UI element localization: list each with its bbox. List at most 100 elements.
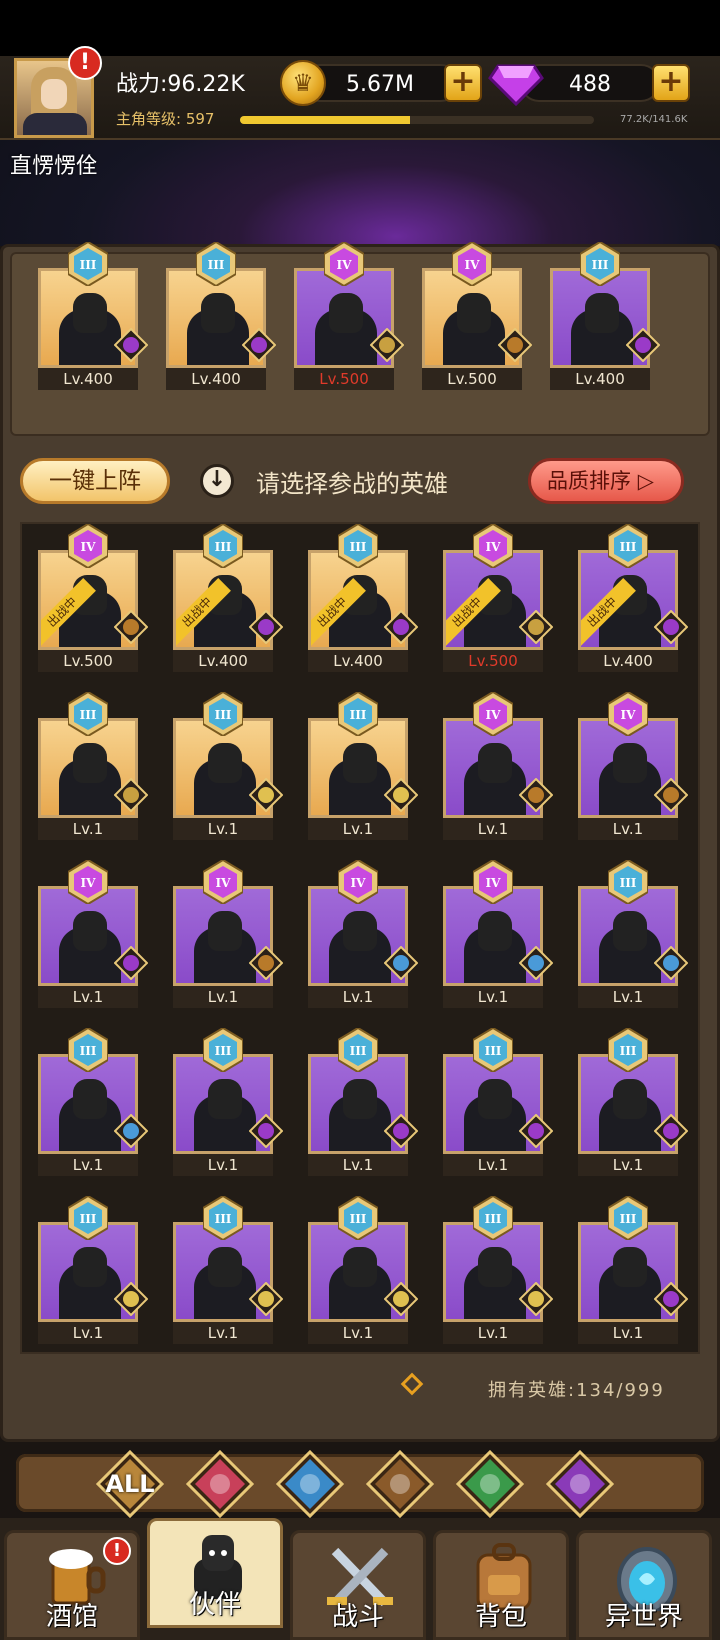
hero-card[interactable]: IV Lv.1	[443, 692, 553, 840]
gem-icon	[488, 64, 544, 106]
hero-head	[343, 911, 377, 951]
hero-level: Lv.1	[308, 1154, 408, 1176]
elf-faction-icon	[249, 1282, 283, 1316]
hero-head	[73, 1079, 107, 1119]
quality-sort-button[interactable]: 品质排序 ▷	[528, 458, 684, 504]
hero-card[interactable]: 出战中 IV Lv.500	[38, 524, 148, 672]
hero-card[interactable]: 出战中 IV Lv.500	[443, 524, 553, 672]
hero-card[interactable]: III Lv.1	[173, 1028, 283, 1176]
hero-card[interactable]: III Lv.1	[578, 860, 688, 1008]
auto-deploy-button[interactable]: 一键上阵	[20, 458, 170, 504]
rank-text: III	[350, 1044, 367, 1058]
lineup-hero-card[interactable]: III Lv.400	[166, 242, 276, 390]
hero-card[interactable]: III Lv.1	[173, 692, 283, 840]
hero-card[interactable]: 出战中 III Lv.400	[308, 524, 418, 672]
hero-head	[478, 1247, 512, 1287]
hero-head	[613, 1247, 647, 1287]
rank-text: III	[620, 1212, 637, 1226]
rank-text: III	[620, 876, 637, 890]
rank-badge-icon: III	[68, 1028, 108, 1072]
filter-lion-button[interactable]	[365, 1449, 435, 1519]
hero-card[interactable]: IV Lv.1	[38, 860, 148, 1008]
nav-tab-portal[interactable]: 异世界	[576, 1530, 712, 1640]
filter-human-helmet-button[interactable]	[185, 1449, 255, 1519]
hero-level: Lv.400	[166, 368, 266, 390]
lineup-hero-card[interactable]: IV Lv.500	[294, 242, 404, 390]
rank-badge-icon: III	[608, 1196, 648, 1240]
hero-head	[208, 1079, 242, 1119]
nav-tab-label: 伙伴	[188, 1590, 241, 1620]
elf-icon	[455, 1449, 525, 1519]
hero-level: Lv.500	[422, 368, 522, 390]
nav-tab-label: 异世界	[604, 1602, 683, 1632]
hero-card[interactable]: III Lv.1	[308, 1196, 418, 1344]
rank-text: III	[80, 1044, 97, 1058]
hero-card[interactable]: III Lv.1	[173, 1196, 283, 1344]
rank-text: III	[80, 258, 97, 272]
player-name: 直愣愣佺	[10, 154, 99, 179]
hero-card[interactable]: IV Lv.1	[173, 860, 283, 1008]
hero-card[interactable]: III Lv.1	[38, 1028, 148, 1176]
nav-tab-label: 背包	[474, 1602, 527, 1632]
rank-badge-icon: III	[68, 242, 108, 286]
filter-water-creature-button[interactable]	[275, 1449, 345, 1519]
demon-faction-icon	[114, 946, 148, 980]
hero-card[interactable]: 出战中 III Lv.400	[578, 524, 688, 672]
rank-badge-icon: III	[68, 1196, 108, 1240]
filter-elf-button[interactable]	[455, 1449, 525, 1519]
combat-power: 战力:96.22K	[116, 72, 245, 97]
elf-faction-icon	[384, 1282, 418, 1316]
nav-tab-backpack[interactable]: 背包	[433, 1530, 569, 1640]
rank-text: III	[485, 1044, 502, 1058]
rank-text: IV	[486, 876, 502, 890]
rank-badge-icon: III	[203, 692, 243, 736]
rank-text: III	[350, 1212, 367, 1226]
water-faction-icon	[384, 946, 418, 980]
hero-level: Lv.1	[173, 818, 273, 840]
hero-level: Lv.1	[38, 1154, 138, 1176]
hero-card[interactable]: 出战中 III Lv.400	[173, 524, 283, 672]
nav-tab-crossed-swords[interactable]: 战斗	[290, 1530, 426, 1640]
filter-demon-button[interactable]	[545, 1449, 615, 1519]
hero-card[interactable]: IV Lv.1	[308, 860, 418, 1008]
hero-card[interactable]: IV Lv.1	[578, 692, 688, 840]
hero-card[interactable]: III Lv.1	[38, 692, 148, 840]
sort-label: 品质排序	[547, 469, 631, 493]
elf-faction-icon	[519, 1282, 553, 1316]
hero-card[interactable]: III Lv.1	[38, 1196, 148, 1344]
rank-text: IV	[216, 876, 232, 890]
beast-faction-icon	[114, 610, 148, 644]
hero-head	[73, 743, 107, 783]
demon-faction-icon	[114, 328, 148, 362]
filter-label: ALL	[105, 1470, 155, 1498]
xp-text: 77.2K/141.6K	[620, 114, 688, 125]
rank-badge-icon: IV	[338, 860, 378, 904]
lineup-hero-card[interactable]: IV Lv.500	[422, 242, 532, 390]
hero-level: Lv.500	[38, 650, 138, 672]
nav-tab-beer-mug[interactable]: 酒馆 !	[4, 1530, 140, 1640]
hero-card[interactable]: III Lv.1	[578, 1028, 688, 1176]
lineup-hero-card[interactable]: III Lv.400	[550, 242, 660, 390]
demon-faction-icon	[242, 328, 276, 362]
hero-card[interactable]: III Lv.1	[443, 1028, 553, 1176]
hero-head	[73, 911, 107, 951]
rank-badge-icon: III	[203, 1028, 243, 1072]
rank-badge-icon: IV	[452, 242, 492, 286]
hero-card[interactable]: IV Lv.1	[443, 860, 553, 1008]
top-header: ! 战力:96.22K 主角等级: 597 77.2K/141.6K 5.67M…	[0, 46, 720, 140]
add-gold-button[interactable]: +	[444, 64, 482, 102]
lineup-hero-card[interactable]: III Lv.400	[38, 242, 148, 390]
info-arrow-icon[interactable]: ↓	[200, 464, 234, 498]
add-gem-button[interactable]: +	[652, 64, 690, 102]
elf-faction-icon	[114, 1282, 148, 1316]
rank-badge-icon: IV	[473, 524, 513, 568]
hero-card[interactable]: III Lv.1	[578, 1196, 688, 1344]
nav-tab-companion[interactable]: 伙伴	[147, 1518, 283, 1628]
rank-badge-icon: IV	[68, 524, 108, 568]
hero-card[interactable]: III Lv.1	[308, 1028, 418, 1176]
filter-all-button[interactable]: ALL	[95, 1449, 165, 1519]
hero-card[interactable]: III Lv.1	[308, 692, 418, 840]
rank-text: IV	[81, 876, 97, 890]
hero-card[interactable]: III Lv.1	[443, 1196, 553, 1344]
gold-coin-icon: ♛	[280, 60, 326, 106]
